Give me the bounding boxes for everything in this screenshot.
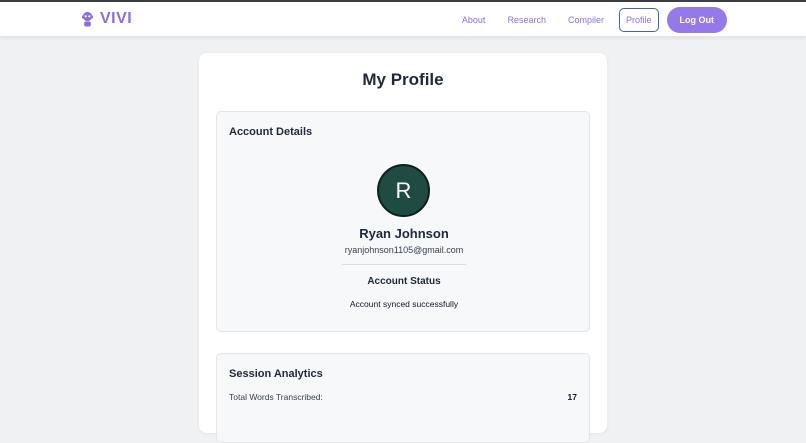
user-email: ryanjohnson1105@gmail.com bbox=[344, 245, 464, 255]
nav-profile-link[interactable]: Profile bbox=[618, 7, 659, 32]
stat-value-total-words: 17 bbox=[567, 392, 577, 402]
session-analytics-heading: Session Analytics bbox=[229, 368, 323, 380]
nav-compiler-link[interactable]: Compiler bbox=[568, 15, 604, 25]
nav-research-link[interactable]: Research bbox=[507, 15, 546, 25]
account-status-text: Account synced successfully bbox=[349, 299, 459, 309]
account-details-panel: Account Details R Ryan Johnson ryanjohns… bbox=[216, 111, 590, 332]
profile-card: My Profile Account Details R Ryan Johnso… bbox=[199, 53, 607, 443]
robot-icon bbox=[82, 11, 93, 27]
avatar: R bbox=[377, 164, 430, 217]
logout-button[interactable]: Log Out bbox=[666, 6, 727, 33]
top-navbar: VIVI About Research Compiler Profile Log… bbox=[0, 0, 806, 37]
brand-logo[interactable]: VIVI bbox=[81, 10, 132, 28]
account-status-heading: Account Status bbox=[367, 276, 441, 287]
nav-about-link[interactable]: About bbox=[462, 15, 486, 25]
divider bbox=[342, 264, 466, 265]
stat-label-total-words: Total Words Transcribed: bbox=[229, 392, 323, 402]
brand-name: VIVI bbox=[100, 10, 133, 27]
session-analytics-panel: Session Analytics Total Words Transcribe… bbox=[216, 353, 590, 443]
page-title: My Profile bbox=[362, 70, 444, 89]
account-details-heading: Account Details bbox=[229, 126, 313, 138]
user-name: Ryan Johnson bbox=[359, 226, 449, 241]
main-nav: About Research Compiler Profile Log Out bbox=[440, 6, 727, 33]
